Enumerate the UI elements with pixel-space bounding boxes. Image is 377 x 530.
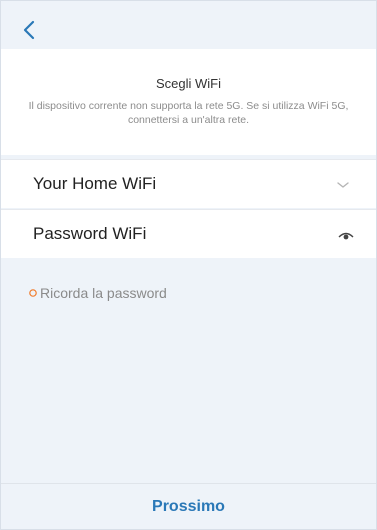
header-card: Scegli WiFi Il dispositivo corrente non … xyxy=(1,49,376,155)
wifi-password-placeholder: Password WiFi xyxy=(33,224,147,243)
remember-password-label: Ricorda la password xyxy=(40,285,167,301)
radio-unchecked-icon xyxy=(29,289,37,297)
eye-icon[interactable] xyxy=(338,228,354,240)
back-button[interactable] xyxy=(21,19,39,41)
wifi-ssid-value: Your Home WiFi xyxy=(33,174,157,193)
wifi-password-field[interactable]: Password WiFi xyxy=(1,209,376,258)
page-subtitle: Il dispositivo corrente non supporta la … xyxy=(28,100,349,126)
page-title: Scegli WiFi xyxy=(155,76,221,91)
chevron-left-icon xyxy=(23,20,35,40)
chevron-down-icon xyxy=(336,177,350,188)
app-screen: Scegli WiFi Il dispositivo corrente non … xyxy=(0,0,377,530)
next-button[interactable]: Prossimo xyxy=(1,484,376,529)
wifi-ssid-select[interactable]: Your Home WiFi xyxy=(1,159,376,208)
top-bar xyxy=(1,1,376,49)
bottom-bar: Prossimo xyxy=(1,483,376,529)
remember-password-toggle[interactable]: Ricorda la password xyxy=(29,285,167,301)
